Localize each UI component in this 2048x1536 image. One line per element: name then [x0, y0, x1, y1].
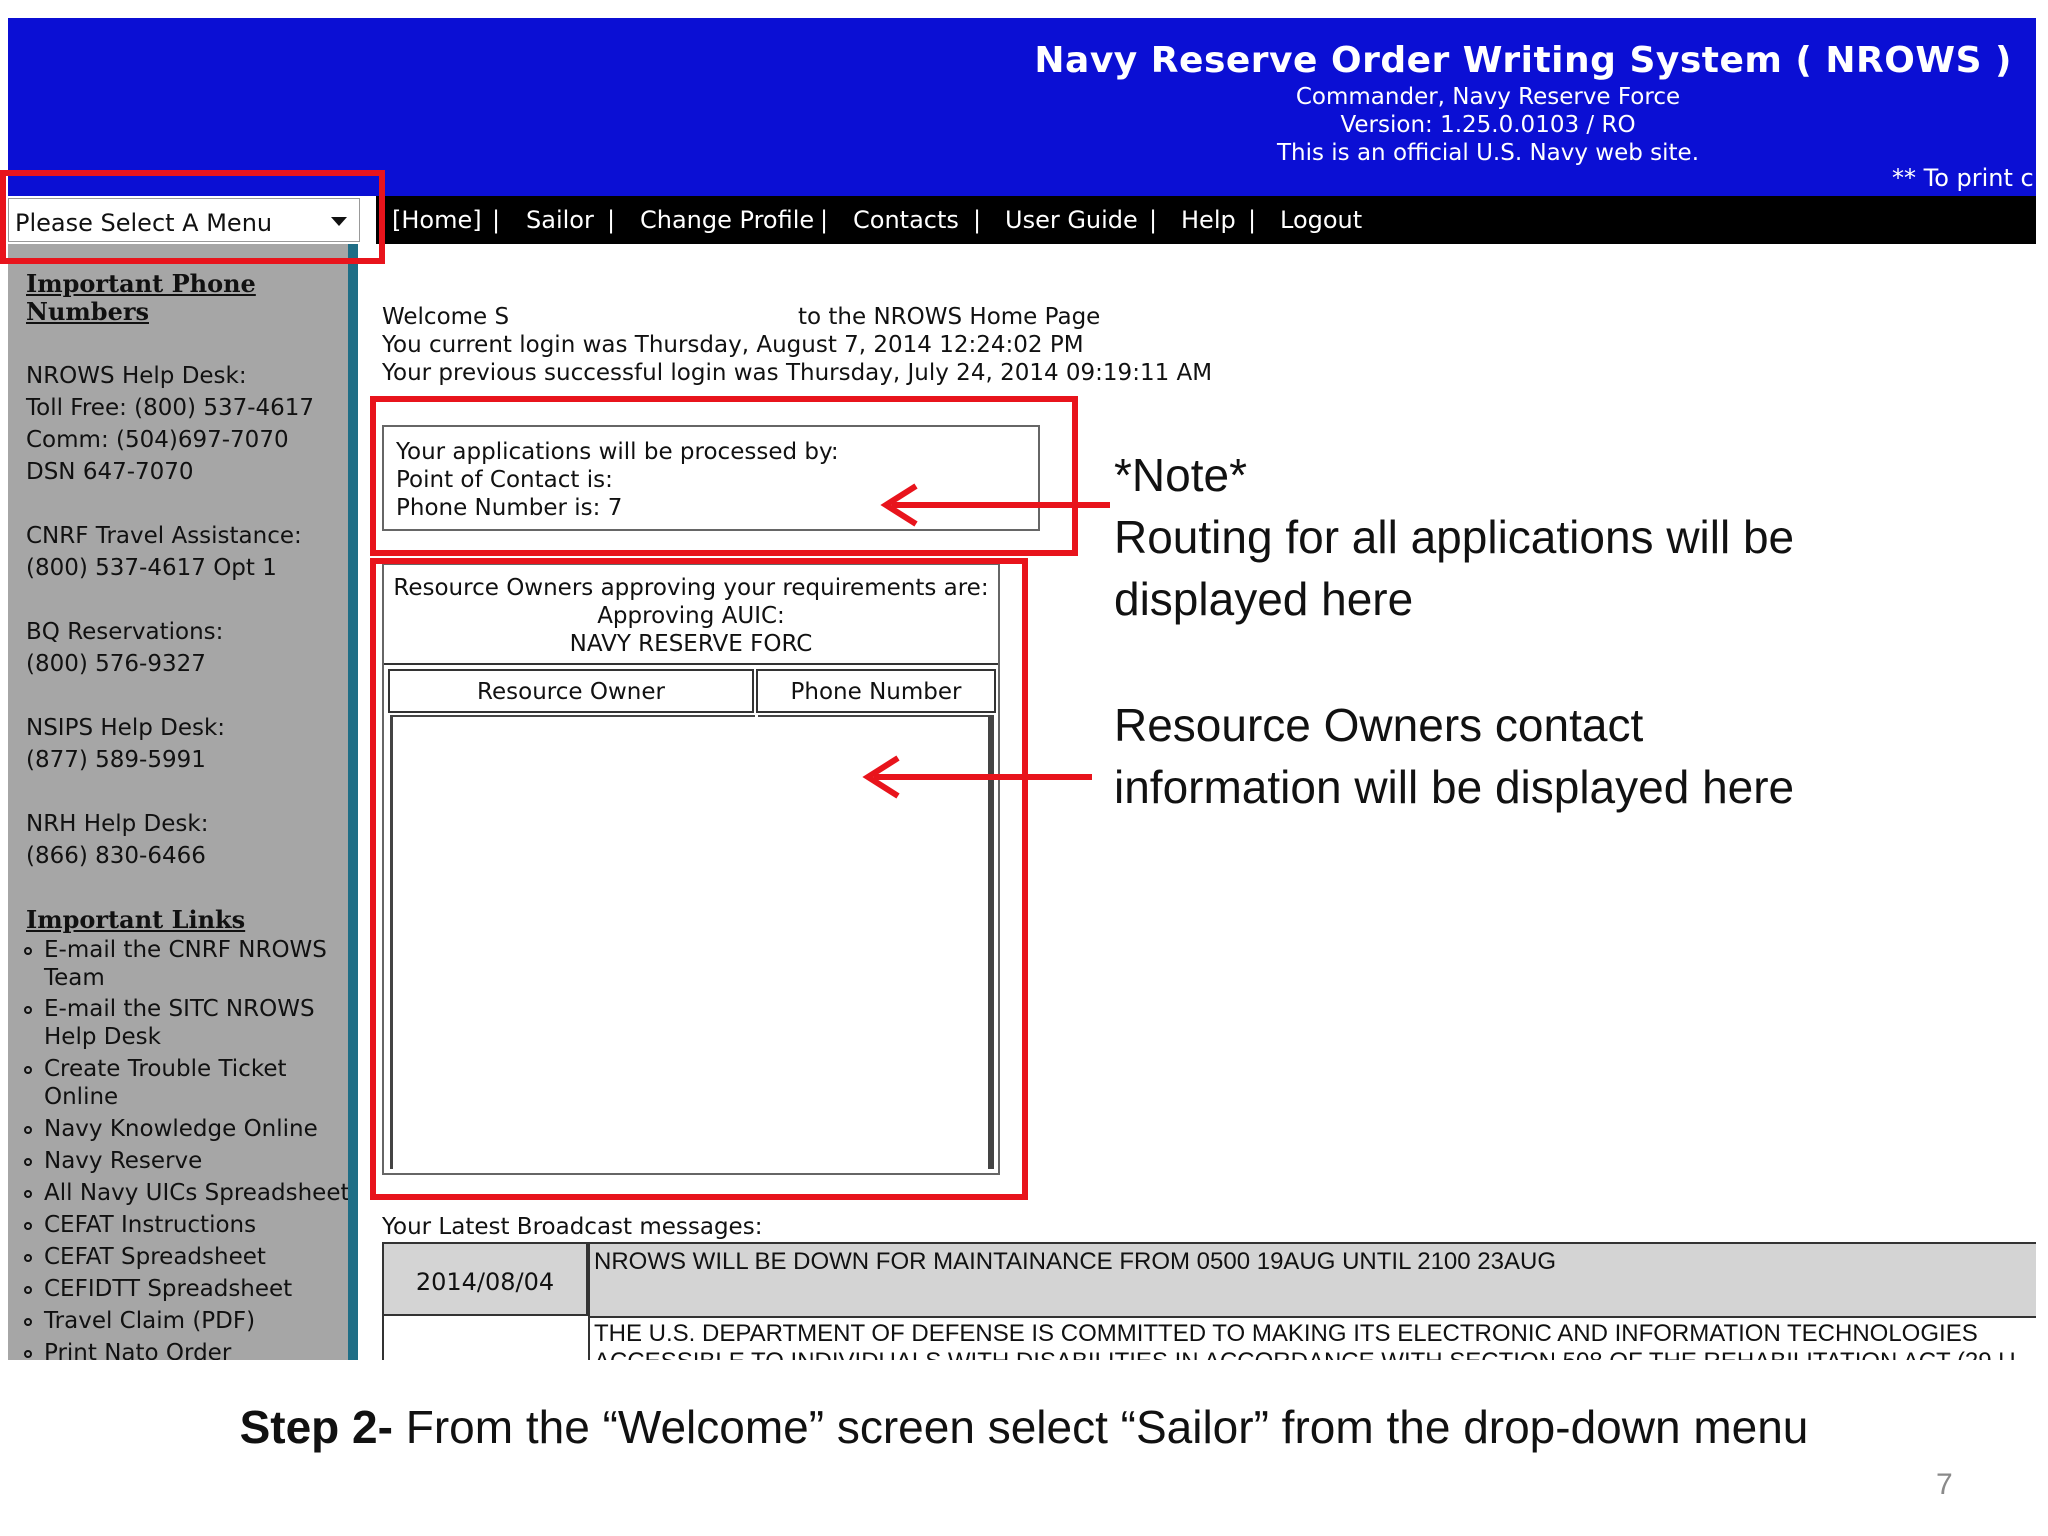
caption-text: From the “Welcome” screen select “Sailor…	[392, 1401, 1809, 1453]
note-resource-owners-line1: Resource Owners contact	[1114, 699, 1644, 751]
link-navy-knowledge-online[interactable]: Navy Knowledge Online	[44, 1115, 318, 1143]
highlight-resource-owners	[370, 558, 1028, 1200]
phone-numbers-heading: Important Phone	[26, 269, 256, 298]
link-email-cnrf[interactable]: E-mail the CNRF NROWS	[44, 936, 327, 964]
note-resource-owners-line2: information will be displayed here	[1114, 761, 1795, 813]
broadcast-message: THE U.S. DEPARTMENT OF DEFENSE IS COMMIT…	[588, 1316, 2036, 1360]
nav-separator: |	[820, 206, 829, 234]
broadcast-date	[382, 1316, 588, 1360]
link-cefidtt-spreadsheet[interactable]: CEFIDTT Spreadsheet	[44, 1275, 292, 1303]
bq-reservations-phone: (800) 576-9327	[26, 651, 206, 677]
slide-caption: Step 2- From the “Welcome” screen select…	[0, 1400, 2048, 1454]
bq-reservations-label: BQ Reservations:	[26, 619, 224, 645]
nrows-screenshot: Navy Reserve Order Writing System ( NROW…	[0, 0, 2048, 1360]
arrow-left-icon	[880, 483, 1110, 527]
nrh-label: NRH Help Desk:	[26, 811, 209, 837]
header-version: Version: 1.25.0.0103 / RO	[1340, 112, 1636, 138]
link-cefat-spreadsheet[interactable]: CEFAT Spreadsheet	[44, 1243, 266, 1271]
previous-login: Your previous successful login was Thurs…	[382, 360, 1213, 386]
bullet-icon	[24, 1158, 32, 1166]
link-travel-claim[interactable]: Travel Claim (PDF)	[44, 1307, 255, 1335]
broadcast-message: NROWS WILL BE DOWN FOR MAINTAINANCE FROM…	[588, 1244, 2036, 1316]
nsips-label: NSIPS Help Desk:	[26, 715, 226, 741]
bullet-icon	[24, 1222, 32, 1230]
link-trouble-ticket[interactable]: Create Trouble Ticket	[44, 1055, 287, 1083]
link-print-nato-order[interactable]: Print Nato Order	[44, 1339, 231, 1360]
top-navbar: [Home] | Sailor | Change Profile | Conta…	[376, 196, 2036, 244]
sidebar-divider	[348, 244, 358, 1360]
broadcast-message-line2: ACCESSIBLE TO INDIVIDUALS WITH DISABILIT…	[594, 1348, 2036, 1360]
header-official-notice: This is an official U.S. Navy web site.	[1276, 140, 1700, 166]
link-email-sitc-cont[interactable]: Help Desk	[44, 1023, 161, 1051]
bullet-icon	[24, 1286, 32, 1294]
broadcast-date: 2014/08/04	[382, 1244, 588, 1316]
caption-step: Step 2-	[239, 1401, 393, 1453]
print-note: ** To print c	[1892, 164, 2034, 192]
important-links-heading: Important Links	[26, 905, 246, 934]
link-email-cnrf-cont[interactable]: Team	[44, 964, 105, 992]
phone-numbers-heading-cont: Numbers	[26, 297, 149, 326]
bullet-icon	[24, 947, 32, 955]
helpdesk-tollfree: Toll Free: (800) 537-4617	[26, 395, 315, 421]
link-cefat-instructions[interactable]: CEFAT Instructions	[44, 1211, 256, 1239]
bullet-icon	[24, 1126, 32, 1134]
nrh-phone: (866) 830-6466	[26, 843, 206, 869]
highlight-menu-dropdown	[0, 170, 385, 264]
bullet-icon	[24, 1350, 32, 1358]
bullet-icon	[24, 1254, 32, 1262]
helpdesk-dsn: DSN 647-7070	[26, 459, 194, 485]
bullet-icon	[24, 1066, 32, 1074]
welcome-greeting: Welcome S	[382, 304, 510, 330]
nav-help[interactable]: Help	[1181, 206, 1236, 234]
nav-separator: |	[973, 206, 982, 234]
note-routing-line1: Routing for all applications will be	[1114, 511, 1795, 563]
nav-separator: |	[1248, 206, 1257, 234]
helpdesk-comm: Comm: (504)697-7070	[26, 427, 289, 453]
link-navy-reserve[interactable]: Navy Reserve	[44, 1147, 202, 1175]
nav-separator: |	[1149, 206, 1158, 234]
current-login: You current login was Thursday, August 7…	[382, 332, 1084, 358]
note-heading: *Note*	[1114, 449, 1247, 501]
note-routing-line2: displayed here	[1114, 573, 1414, 625]
app-title: Navy Reserve Order Writing System ( NROW…	[1034, 40, 2012, 81]
nav-separator: |	[492, 206, 501, 234]
nav-change-profile[interactable]: Change Profile	[640, 206, 814, 234]
nav-sailor[interactable]: Sailor	[526, 206, 594, 234]
highlight-processing-box	[370, 396, 1078, 556]
link-uics-spreadsheet[interactable]: All Navy UICs Spreadsheet	[44, 1179, 350, 1207]
link-trouble-ticket-cont[interactable]: Online	[44, 1083, 118, 1111]
header-subtitle: Commander, Navy Reserve Force	[1295, 84, 1681, 110]
nav-home[interactable]: [Home]	[392, 206, 482, 234]
welcome-homepage: to the NROWS Home Page	[798, 304, 1101, 330]
travel-assistance-label: CNRF Travel Assistance:	[26, 523, 302, 549]
welcome-line: Welcome S to the NROWS Home Page	[382, 304, 1100, 330]
nav-contacts[interactable]: Contacts	[853, 206, 959, 234]
helpdesk-label: NROWS Help Desk:	[26, 363, 247, 389]
broadcast-heading: Your Latest Broadcast messages:	[382, 1214, 763, 1240]
bullet-icon	[24, 1318, 32, 1326]
link-email-sitc[interactable]: E-mail the SITC NROWS	[44, 995, 315, 1023]
travel-assistance-phone: (800) 537-4617 Opt 1	[26, 555, 277, 581]
page-number: 7	[1936, 1468, 1953, 1501]
nav-logout[interactable]: Logout	[1280, 206, 1362, 234]
bullet-icon	[24, 1190, 32, 1198]
broadcast-table: 2014/08/04 NROWS WILL BE DOWN FOR MAINTA…	[382, 1242, 2036, 1360]
sidebar: Important Phone Numbers NROWS Help Desk:…	[8, 244, 350, 1360]
arrow-left-icon	[862, 755, 1092, 799]
nsips-phone: (877) 589-5991	[26, 747, 206, 773]
broadcast-message-line1: THE U.S. DEPARTMENT OF DEFENSE IS COMMIT…	[594, 1320, 1978, 1347]
bullet-icon	[24, 1006, 32, 1014]
nav-user-guide[interactable]: User Guide	[1005, 206, 1138, 234]
nav-separator: |	[607, 206, 616, 234]
